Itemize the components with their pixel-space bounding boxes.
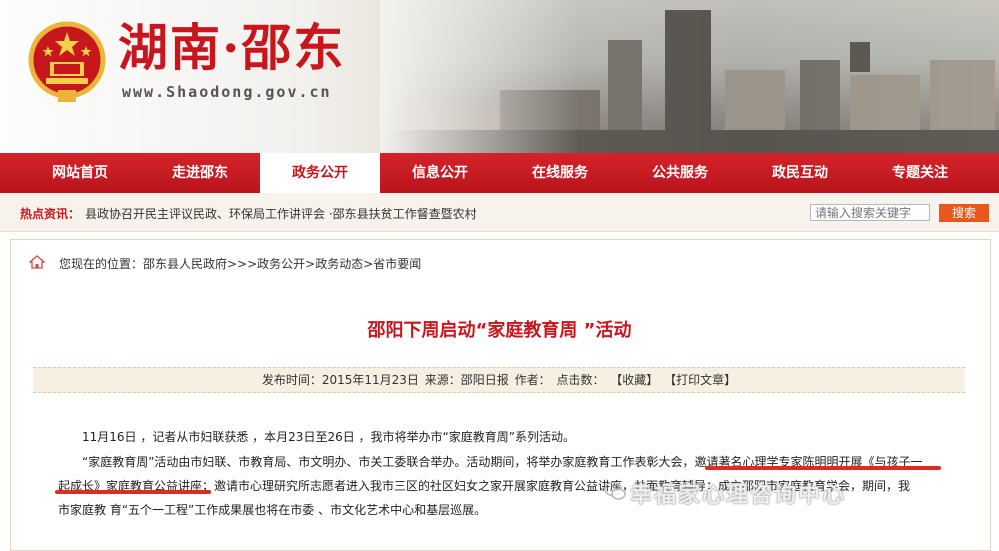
click-count: 点击数： — [556, 373, 605, 387]
main-nav: 网站首页 走进邵东 政务公开 信息公开 在线服务 公共服务 政民互动 专题关注 — [0, 153, 999, 193]
favorite-link[interactable]: 【收藏】 — [610, 373, 658, 387]
national-emblem-icon — [28, 21, 106, 102]
article-meta-bar: 发布时间：2015年11月23日 来源：邵阳日报 作者： 点击数： 【收藏】 【… — [33, 367, 965, 393]
article-paragraph: 11月16日 ，记者从市妇联获悉 ，本月23日至26日 ，我市将举办市“家庭教育… — [82, 430, 575, 444]
search-button[interactable]: 搜索 — [939, 204, 989, 222]
nav-item-government-affairs[interactable]: 政务公开 — [260, 153, 380, 193]
search-input[interactable] — [810, 204, 930, 221]
nav-item-info-disclosure[interactable]: 信息公开 — [380, 153, 500, 193]
breadcrumb[interactable]: 您现在的位置：邵东县人民政府>>>政务公开>政务动态>省市要闻 — [59, 255, 421, 272]
site-title: 湖南·邵东 — [118, 18, 346, 77]
home-icon — [29, 255, 45, 269]
article-paragraph: 市家庭教 育“五个一工程”工作成果展也将在市委 、市文化艺术中心和基层巡展。 — [58, 503, 487, 517]
watermark-text: 幸福家心理咨询中心 — [630, 483, 847, 508]
nav-item-online-service[interactable]: 在线服务 — [500, 153, 620, 193]
article-source: 来源：邵阳日报 — [424, 373, 509, 387]
wechat-watermark-icon — [604, 481, 626, 500]
site-url: www.Shaodong.gov.cn — [122, 83, 332, 101]
nav-item-home[interactable]: 网站首页 — [20, 153, 140, 193]
highlight-underline — [705, 466, 941, 470]
nav-item-special-topics[interactable]: 专题关注 — [860, 153, 980, 193]
header-banner: 湖南·邵东 www.Shaodong.gov.cn — [0, 0, 999, 153]
print-link[interactable]: 【打印文章】 — [664, 373, 736, 387]
article-title: 邵阳下周启动“家庭教育周 ”活动 — [367, 320, 632, 341]
nav-item-public-service[interactable]: 公共服务 — [620, 153, 740, 193]
publish-date: 发布时间：2015年11月23日 — [261, 373, 419, 387]
nav-item-interaction[interactable]: 政民互动 — [740, 153, 860, 193]
article-author: 作者： — [514, 373, 551, 387]
hot-news-label: 热点资讯： — [20, 207, 81, 221]
nav-item-about[interactable]: 走进邵东 — [140, 153, 260, 193]
highlight-underline — [55, 490, 211, 494]
hot-news-ticker[interactable]: 县政协召开民主评议民政、环保局工作讲评会 ·邵东县扶贫工作督查暨农村 — [85, 205, 477, 222]
